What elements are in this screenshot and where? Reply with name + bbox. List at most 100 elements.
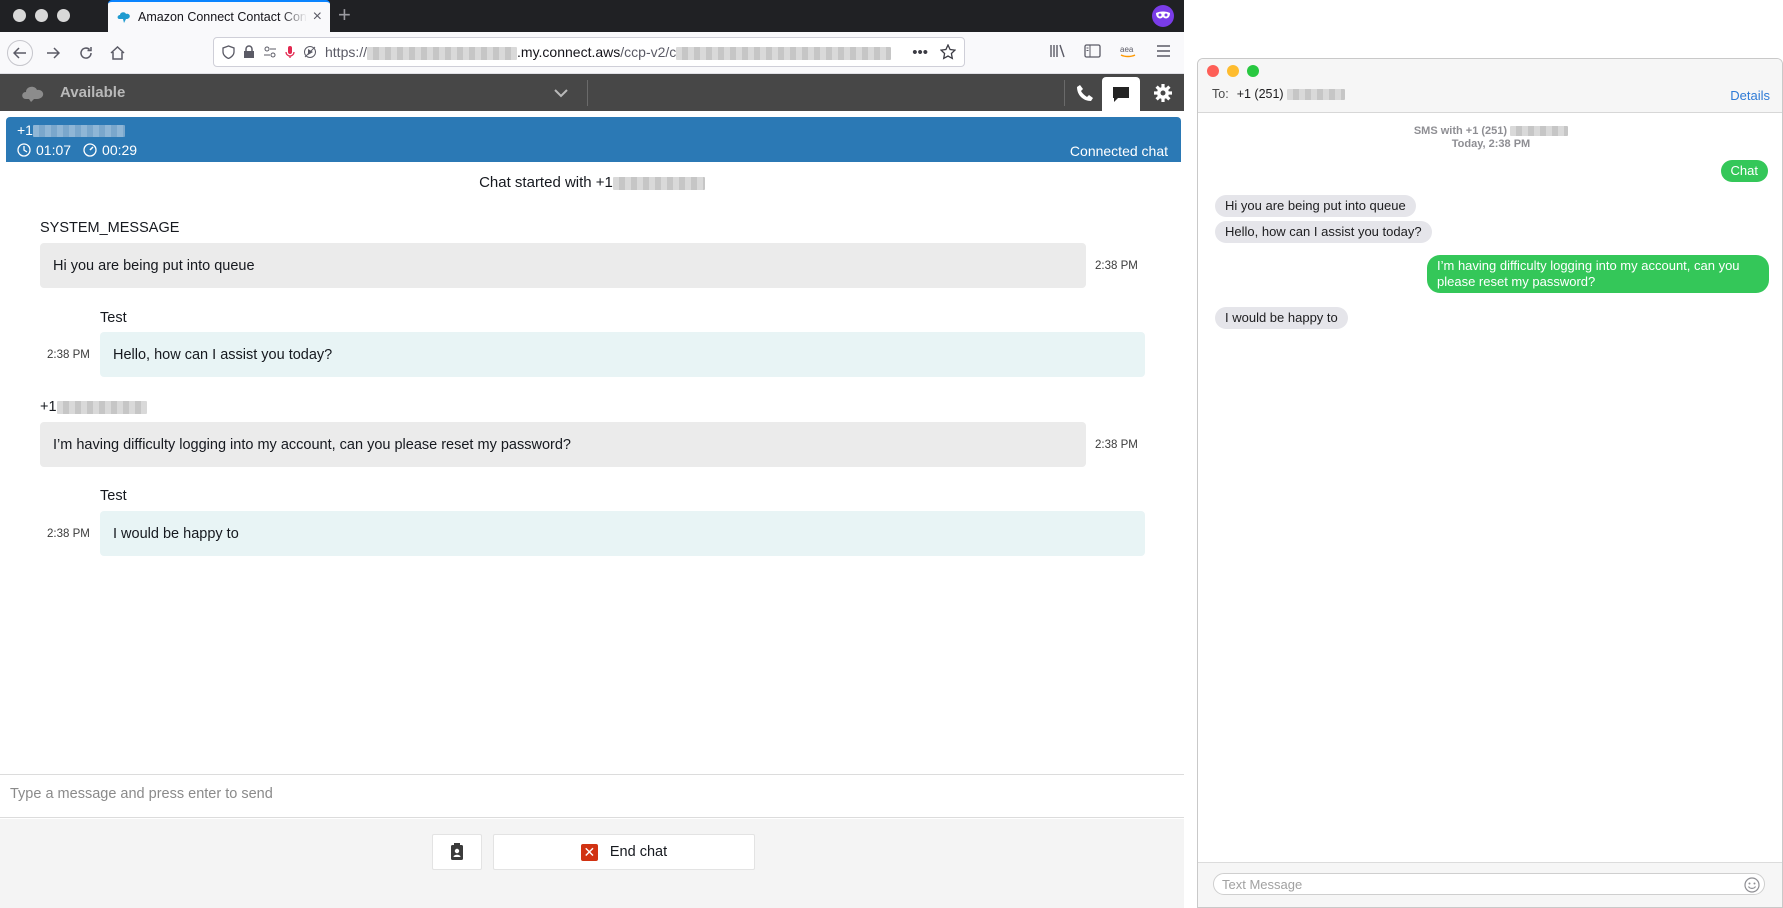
firefox-window: Amazon Connect Contact Control Panel × +	[0, 0, 1184, 908]
page-actions-icon[interactable]: •••	[912, 44, 928, 61]
message-time: 2:38 PM	[47, 528, 90, 540]
incoming-bubble: I would be happy to	[1215, 307, 1348, 329]
divider	[1064, 80, 1065, 106]
zoom-window-button[interactable]	[57, 9, 70, 22]
agent-message-bubble: I would be happy to	[100, 511, 1145, 556]
customer-message-bubble: Hi you are being put into queue	[40, 243, 1086, 288]
contact-number: +1	[17, 122, 125, 138]
messages-header: To: +1 (251) Details	[1198, 59, 1782, 113]
shield-icon[interactable]	[222, 45, 235, 59]
message-composer	[0, 774, 1184, 818]
to-label: To:	[1212, 87, 1229, 101]
chat-started-text: Chat started with +1	[479, 174, 613, 191]
timer-icon	[83, 143, 97, 157]
incoming-bubble: Hello, how can I assist you today?	[1215, 221, 1432, 243]
conversation-date: Today, 2:38 PM	[1451, 138, 1531, 150]
url-bar[interactable]: https:// .my.connect.aws/ccp-v2/c •••	[213, 37, 965, 67]
url-security-icons	[222, 45, 317, 59]
browser-tools: aea	[1049, 43, 1172, 59]
permissions-icon[interactable]	[263, 46, 277, 58]
close-window-button[interactable]	[13, 9, 26, 22]
message-sender: Test	[100, 310, 127, 326]
autoplay-icon[interactable]	[303, 45, 317, 59]
end-chat-label: End chat	[609, 844, 668, 860]
message-sender: +1	[40, 399, 147, 415]
message-time: 2:38 PM	[1095, 260, 1138, 272]
sms-with-line: SMS with +1 (251)	[1198, 125, 1782, 138]
menu-icon[interactable]	[1155, 43, 1172, 59]
contact-timers: 01:07 00:29	[17, 142, 137, 158]
chevron-down-icon[interactable]	[553, 83, 573, 103]
phone-icon[interactable]	[1066, 74, 1104, 111]
zoom-window-button[interactable]	[1247, 65, 1259, 77]
url-text[interactable]: https:// .my.connect.aws/ccp-v2/c	[325, 44, 912, 60]
message-text: Hi you are being put into queue	[53, 257, 255, 274]
message-time: 2:38 PM	[47, 349, 90, 361]
outgoing-bubble: Chat	[1720, 160, 1768, 182]
recipient-line: To: +1 (251)	[1212, 87, 1346, 101]
contact-number-prefix: +1	[17, 122, 33, 138]
emoji-icon[interactable]	[1744, 877, 1760, 893]
message-text: Hello, how can I assist you today?	[113, 346, 333, 363]
outgoing-bubble: I’m having difficulty logging into my ac…	[1427, 255, 1769, 293]
url-path: /ccp-v2/c	[620, 44, 677, 60]
tab-strip: Amazon Connect Contact Control Panel × +	[0, 0, 1184, 32]
details-button[interactable]: Details	[1730, 88, 1770, 103]
wait-timer: 00:29	[83, 142, 137, 158]
redacted-number	[1510, 126, 1569, 137]
gear-icon[interactable]	[1144, 74, 1182, 111]
reload-icon[interactable]	[73, 40, 99, 66]
recipient-number[interactable]: +1 (251)	[1237, 87, 1346, 101]
end-chat-button[interactable]: ✕ End chat	[493, 834, 755, 870]
close-window-button[interactable]	[1207, 65, 1219, 77]
new-tab-button[interactable]: +	[338, 4, 351, 26]
svg-text:aea: aea	[1120, 45, 1134, 54]
end-chat-icon: ✕	[580, 843, 598, 861]
contact-info-bar[interactable]: +1 01:07 00:29 Connected chat	[6, 117, 1181, 162]
amazon-icon[interactable]: aea	[1119, 43, 1137, 59]
quick-connect-button[interactable]	[432, 834, 482, 870]
redacted-number	[56, 400, 147, 414]
ccp-top-bar: Available	[0, 74, 1184, 111]
library-icon[interactable]	[1049, 43, 1066, 59]
contact-state: Connected chat	[1069, 143, 1168, 159]
navigation-toolbar: https:// .my.connect.aws/ccp-v2/c ••• aea	[0, 32, 1184, 74]
lock-icon[interactable]	[243, 45, 255, 59]
window-controls	[1207, 65, 1259, 77]
url-actions: •••	[912, 44, 964, 61]
messages-window: To: +1 (251) Details SMS with +1 (251) T…	[1197, 58, 1783, 908]
redacted-path	[676, 46, 892, 60]
forward-icon[interactable]	[40, 40, 66, 66]
message-sender: Test	[100, 488, 127, 504]
tab-amazon-connect[interactable]: Amazon Connect Contact Control Panel ×	[108, 0, 330, 32]
url-host: .my.connect.aws	[517, 44, 621, 60]
agent-status-dropdown[interactable]: Available	[20, 74, 125, 111]
star-icon[interactable]	[940, 44, 956, 60]
elapsed-timer: 01:07	[17, 142, 71, 158]
close-tab-icon[interactable]: ×	[313, 8, 322, 26]
desktop: Amazon Connect Contact Control Panel × +	[0, 0, 1783, 908]
message-input[interactable]	[10, 786, 1160, 802]
minimize-window-button[interactable]	[35, 9, 48, 22]
redacted-number	[1287, 89, 1346, 101]
contact-control-panel: Available +1 01:07 00:29 Connected chat …	[0, 74, 1184, 908]
chat-icon[interactable]	[1102, 77, 1140, 111]
private-browsing-icon	[1152, 5, 1174, 27]
message-input-area	[1198, 862, 1782, 907]
url-scheme: https://	[325, 44, 368, 60]
back-icon[interactable]	[7, 40, 33, 66]
amazon-connect-favicon-icon	[117, 12, 130, 23]
chat-started-banner: Chat started with +1	[0, 174, 1184, 191]
microphone-icon[interactable]	[285, 45, 295, 59]
minimize-window-button[interactable]	[1227, 65, 1239, 77]
clock-icon	[17, 143, 31, 157]
chat-footer: ✕ End chat	[0, 819, 1184, 908]
redacted-number	[612, 176, 705, 190]
conversation-header: SMS with +1 (251) Today, 2:38 PM	[1198, 125, 1782, 151]
text-message-input[interactable]	[1213, 873, 1765, 895]
message-text: I’m having difficulty logging into my ac…	[53, 436, 571, 453]
sidebar-icon[interactable]	[1084, 43, 1101, 59]
home-icon[interactable]	[104, 40, 130, 66]
redacted-subdomain	[367, 46, 518, 60]
sender-prefix: +1	[40, 399, 57, 415]
